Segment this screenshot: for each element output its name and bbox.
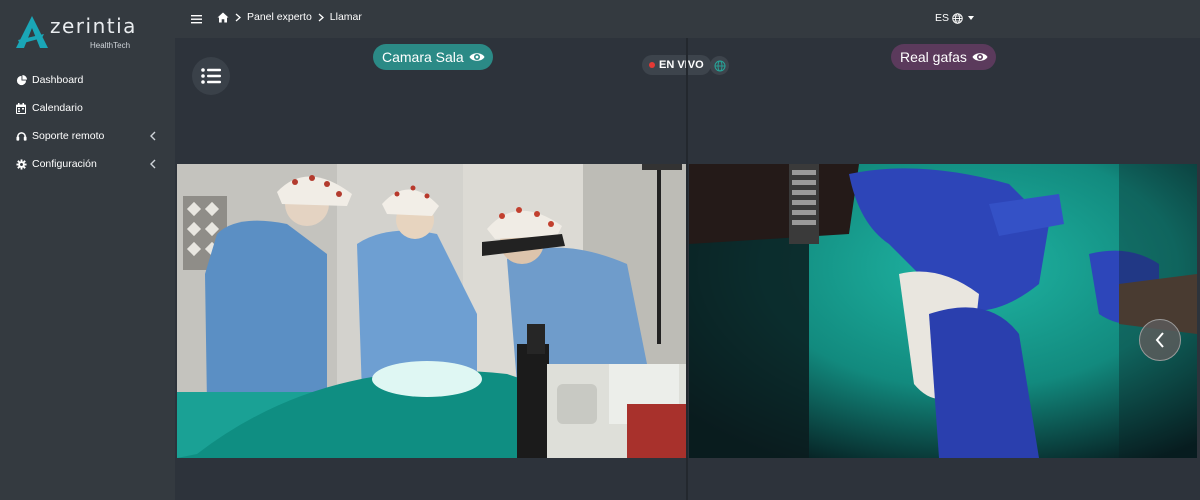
stream-label-text: Camara Sala [382,49,464,65]
list-icon [201,68,221,84]
pie-chart-icon [15,74,27,86]
sidebar-item-label: Soporte remoto [32,130,105,142]
sidebar-item-label: Calendario [32,102,83,114]
live-label: EN VIVO [659,59,704,71]
live-badge: EN VIVO [642,55,711,75]
topbar: Panel experto Llamar ES [175,0,1200,38]
list-menu-button[interactable] [192,57,230,95]
globe-icon [952,12,963,24]
eye-icon[interactable] [972,51,988,63]
sidebar-item-dashboard[interactable]: Dashboard [0,66,175,94]
sidebar-item-calendario[interactable]: Calendario [0,94,175,122]
stream-label-camara-sala[interactable]: Camara Sala [373,44,493,70]
breadcrumb-item-panel-experto[interactable]: Panel experto [247,11,312,23]
stream-label-real-gafas[interactable]: Real gafas [891,44,996,70]
globe-button[interactable] [710,56,729,75]
stream-divider [686,38,688,500]
calendar-icon [15,102,27,114]
headset-icon [15,130,27,142]
operating-room-video [177,164,686,458]
sidebar-item-label: Dashboard [32,74,84,86]
live-dot [649,62,655,68]
eye-icon[interactable] [469,51,485,63]
chevron-left-icon [149,130,159,142]
brand-logo[interactable]: zerintia HealthTech [14,14,144,54]
language-label: ES [935,12,950,24]
gear-icon [15,158,27,170]
call-area: Camara Sala EN VIVO Real gafas [175,38,1200,500]
logo-mark-icon [16,16,48,48]
caret-down-icon [968,16,975,20]
sidebar: zerintia HealthTech Dashboard Calendario [0,0,175,500]
language-selector[interactable]: ES [935,12,977,24]
sidebar-nav: Dashboard Calendario Soporte remoto Conf… [0,66,175,178]
sidebar-item-soporte-remoto[interactable]: Soporte remoto [0,122,175,150]
stream-label-text: Real gafas [900,49,967,65]
brand-tagline: HealthTech [90,41,131,50]
chevron-left-icon [149,158,159,170]
breadcrumb: Panel experto Llamar [217,11,362,23]
chevron-left-icon [1155,332,1164,348]
app-root: zerintia HealthTech Dashboard Calendario [0,0,1200,500]
chevron-right-icon [235,13,241,22]
brand-name: zerintia [50,14,137,38]
home-icon[interactable] [217,12,229,23]
breadcrumb-item-llamar: Llamar [329,11,362,23]
globe-icon [714,60,725,71]
sidebar-item-label: Configuración [32,158,97,170]
chevron-right-icon [318,13,324,22]
next-stream-button[interactable] [1139,319,1181,361]
smart-glasses-video [689,164,1197,458]
hamburger-menu-icon[interactable] [191,12,203,24]
sidebar-item-configuracion[interactable]: Configuración [0,150,175,178]
video-feed-camara-sala[interactable] [177,164,686,458]
video-feed-real-gafas[interactable] [689,164,1197,458]
